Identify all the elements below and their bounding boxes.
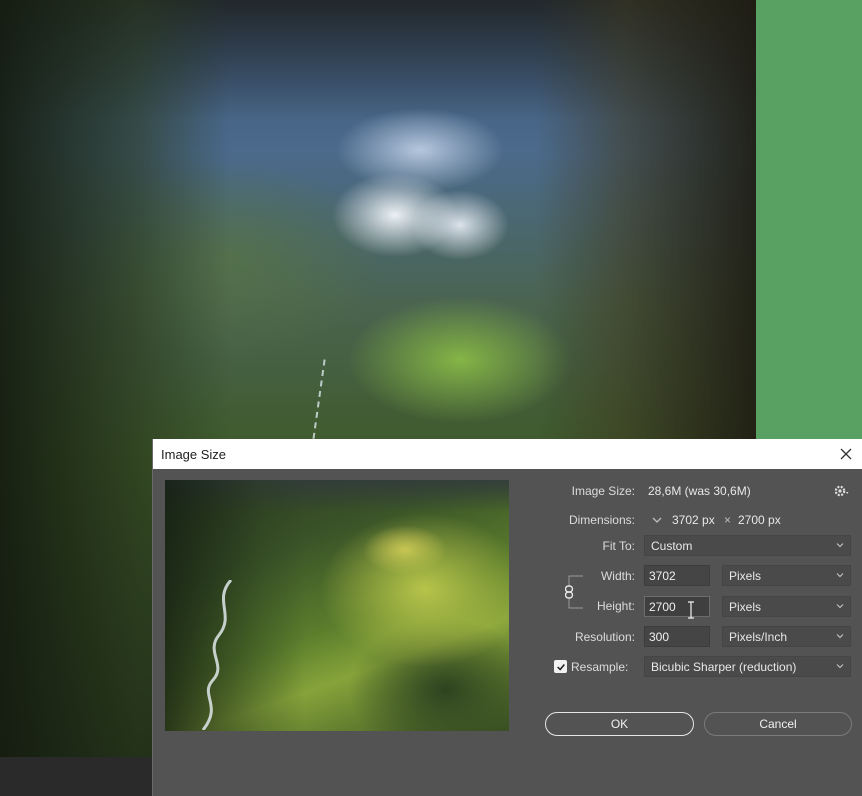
chevron-down-icon[interactable] <box>651 514 663 526</box>
dimensions-height: 2700 px <box>738 513 781 527</box>
height-unit-select[interactable]: Pixels <box>722 596 851 617</box>
fit-to-select[interactable]: Custom <box>644 535 851 556</box>
resolution-unit-select[interactable]: Pixels/Inch <box>722 626 851 647</box>
text-cursor-icon <box>688 601 694 619</box>
fit-to-value: Custom <box>651 539 693 553</box>
resample-value: Bicubic Sharper (reduction) <box>651 660 797 674</box>
chevron-down-icon <box>836 604 844 609</box>
resolution-unit-value: Pixels/Inch <box>729 630 788 644</box>
resample-label: Resample: <box>571 660 629 674</box>
green-background-panel <box>756 0 862 440</box>
fit-to-label: Fit To: <box>602 539 635 553</box>
dimensions-label: Dimensions: <box>568 513 635 527</box>
resolution-label: Resolution: <box>574 630 635 644</box>
height-input[interactable]: 2700 <box>644 596 710 617</box>
close-button[interactable] <box>835 443 857 465</box>
dimensions-width: 3702 px <box>672 513 715 527</box>
dialog-title: Image Size <box>161 447 227 462</box>
gear-icon[interactable] <box>833 483 851 499</box>
width-unit-select[interactable]: Pixels <box>722 565 851 586</box>
workspace-bottom-bar <box>0 757 152 796</box>
canvas-river <box>312 359 338 441</box>
cancel-button-label: Cancel <box>759 717 797 731</box>
resolution-input[interactable]: 300 <box>644 626 710 647</box>
image-size-dialog: Image Size Image Size: 28,6M (was 30,6M)… <box>152 439 862 796</box>
checkmark-icon <box>556 663 565 671</box>
width-value: 3702 <box>649 569 676 583</box>
chevron-down-icon <box>836 573 844 578</box>
width-label: Width: <box>600 569 635 583</box>
chevron-down-icon <box>836 543 844 548</box>
ok-button-label: OK <box>610 717 629 731</box>
height-value: 2700 <box>649 600 676 614</box>
ok-button[interactable]: OK <box>545 712 694 736</box>
height-unit-value: Pixels <box>729 600 762 614</box>
resolution-value: 300 <box>649 630 670 644</box>
close-icon <box>840 448 852 460</box>
chevron-down-icon <box>836 664 844 669</box>
resample-checkbox[interactable] <box>554 660 567 673</box>
photoshop-workspace: Image Size Image Size: 28,6M (was 30,6M)… <box>0 0 862 796</box>
image-size-value: 28,6M (was 30,6M) <box>648 484 751 498</box>
width-unit-value: Pixels <box>729 569 762 583</box>
image-size-label: Image Size: <box>571 484 635 498</box>
resample-select[interactable]: Bicubic Sharper (reduction) <box>644 656 851 677</box>
chevron-down-icon <box>836 634 844 639</box>
height-label: Height: <box>596 599 635 613</box>
preview-stream <box>201 580 233 730</box>
image-preview[interactable] <box>165 480 509 731</box>
cancel-button[interactable]: Cancel <box>704 712 852 736</box>
dimensions-separator: × <box>724 513 732 527</box>
width-input[interactable]: 3702 <box>644 565 710 586</box>
dialog-titlebar[interactable]: Image Size <box>153 439 862 469</box>
